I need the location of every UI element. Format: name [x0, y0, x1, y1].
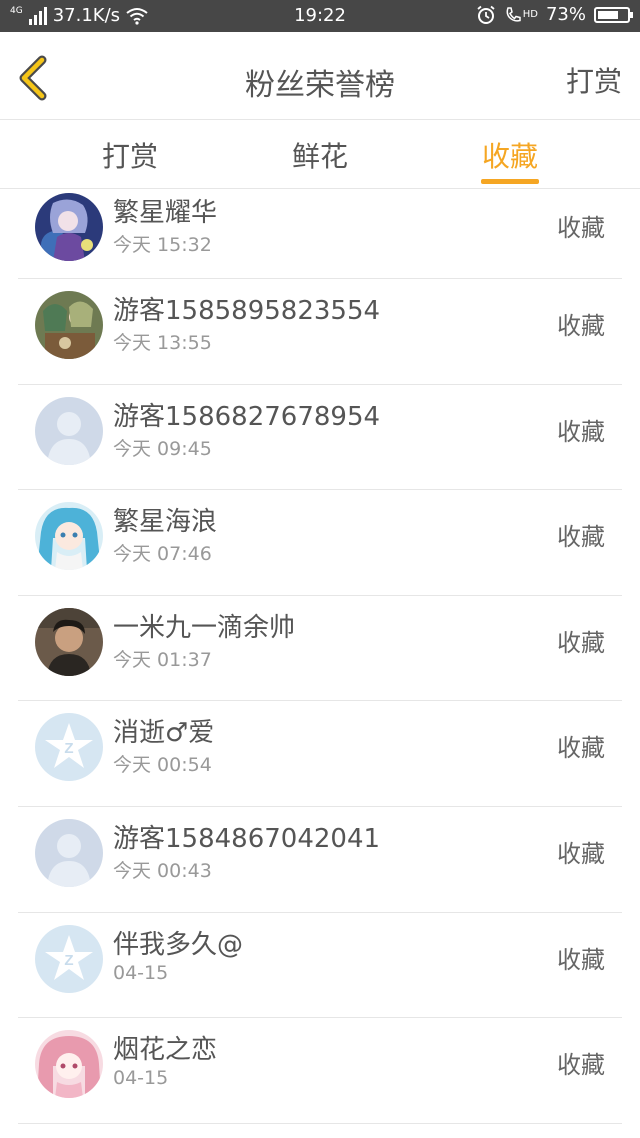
user-name: 游客1586827678954: [113, 401, 381, 432]
user-name: 伴我多久@: [113, 929, 244, 960]
battery-icon: [594, 6, 633, 23]
action-label: 收藏: [557, 1051, 605, 1080]
tab-active-indicator: [481, 179, 539, 184]
status-right: HD 73%: [476, 4, 633, 25]
favorite-time: 04-15: [113, 961, 169, 984]
action-label: 收藏: [557, 312, 605, 340]
list-item[interactable]: 一米九一滴余帅今天 01:37 收藏: [18, 596, 622, 702]
list-item[interactable]: 烟花之恋 04-15 收藏: [18, 1018, 622, 1124]
list-item[interactable]: Z 消逝♂爱今天 00:54 收藏: [18, 701, 622, 807]
list-item[interactable]: 繁星海浪今天 07:46 收藏: [18, 490, 622, 596]
user-name: 游客1585895823554: [113, 296, 381, 326]
avatar[interactable]: [35, 818, 103, 887]
avatar[interactable]: [35, 1030, 103, 1099]
favorite-time: 今天 00:43: [113, 859, 212, 882]
avatar[interactable]: [35, 502, 103, 571]
avatar[interactable]: [35, 396, 103, 465]
user-name: 游客1584867042041: [113, 823, 381, 854]
favorite-time: 今天 00:54: [113, 754, 212, 777]
action-label: 收藏: [557, 734, 605, 763]
favorite-time: 今天 09:45: [113, 437, 212, 460]
list-item[interactable]: 游客1586827678954 今天 09:45 收藏: [18, 385, 622, 491]
tab-flowers[interactable]: 鲜花: [290, 135, 350, 175]
status-bar: 4G 37.1K/s 19:22 HD 73%: [0, 0, 640, 32]
action-label: 收藏: [557, 839, 605, 868]
tab-bar: 打赏 鲜花 收藏: [0, 121, 640, 189]
hd-label: HD: [522, 9, 538, 20]
list-item[interactable]: Z 伴我多久@ 04-15 收藏: [18, 913, 622, 1019]
avatar[interactable]: Z: [35, 924, 103, 993]
svg-text:Z: Z: [64, 740, 73, 757]
battery-percent: 73%: [545, 4, 586, 25]
list-item[interactable]: 繁星耀华今天 15:32 收藏: [18, 190, 622, 279]
user-name: 消逝♂爱: [113, 718, 215, 749]
svg-text:Z: Z: [64, 952, 73, 969]
user-name: 繁星海浪: [113, 507, 218, 538]
user-name: 一米九一滴余帅: [113, 612, 296, 643]
list-item[interactable]: 游客1584867042041 今天 00:43 收藏: [18, 807, 622, 913]
alarm-icon: [477, 5, 495, 24]
list-item[interactable]: 游客1585895823554 今天 13:55 收藏: [18, 279, 622, 385]
action-label: 收藏: [557, 523, 605, 552]
tab-reward[interactable]: 打赏: [100, 135, 160, 175]
favorite-time: 今天 07:46: [113, 543, 212, 566]
action-label: 收藏: [557, 214, 605, 242]
nav-header: 粉丝荣誉榜 打赏: [0, 32, 640, 120]
tab-favorites[interactable]: 收藏: [480, 135, 540, 175]
reward-button[interactable]: 打赏: [566, 60, 622, 100]
action-label: 收藏: [557, 628, 605, 657]
page-title: 粉丝荣誉榜: [245, 68, 395, 103]
user-name: 繁星耀华: [113, 198, 218, 228]
avatar[interactable]: [35, 193, 103, 261]
fan-list: 繁星耀华 今天 15:32 收藏 游客1585895823554 今天 13:55 收藏游…: [0, 190, 640, 1124]
favorite-time: 今天 01:37: [113, 648, 212, 671]
avatar[interactable]: Z: [35, 713, 103, 782]
favorite-time: 04-15: [113, 1067, 169, 1090]
hd-call-indicator: HD: [504, 6, 538, 24]
user-name: 烟花之恋: [113, 1035, 218, 1066]
action-label: 收藏: [557, 945, 605, 974]
favorite-time: 今天 15:32: [113, 234, 212, 256]
action-label: 收藏: [557, 417, 605, 446]
avatar[interactable]: [35, 291, 103, 359]
avatar[interactable]: [35, 607, 103, 676]
battery-fill: [598, 10, 619, 19]
favorite-time: 今天 13:55: [113, 332, 212, 354]
phone-icon: [506, 6, 521, 22]
